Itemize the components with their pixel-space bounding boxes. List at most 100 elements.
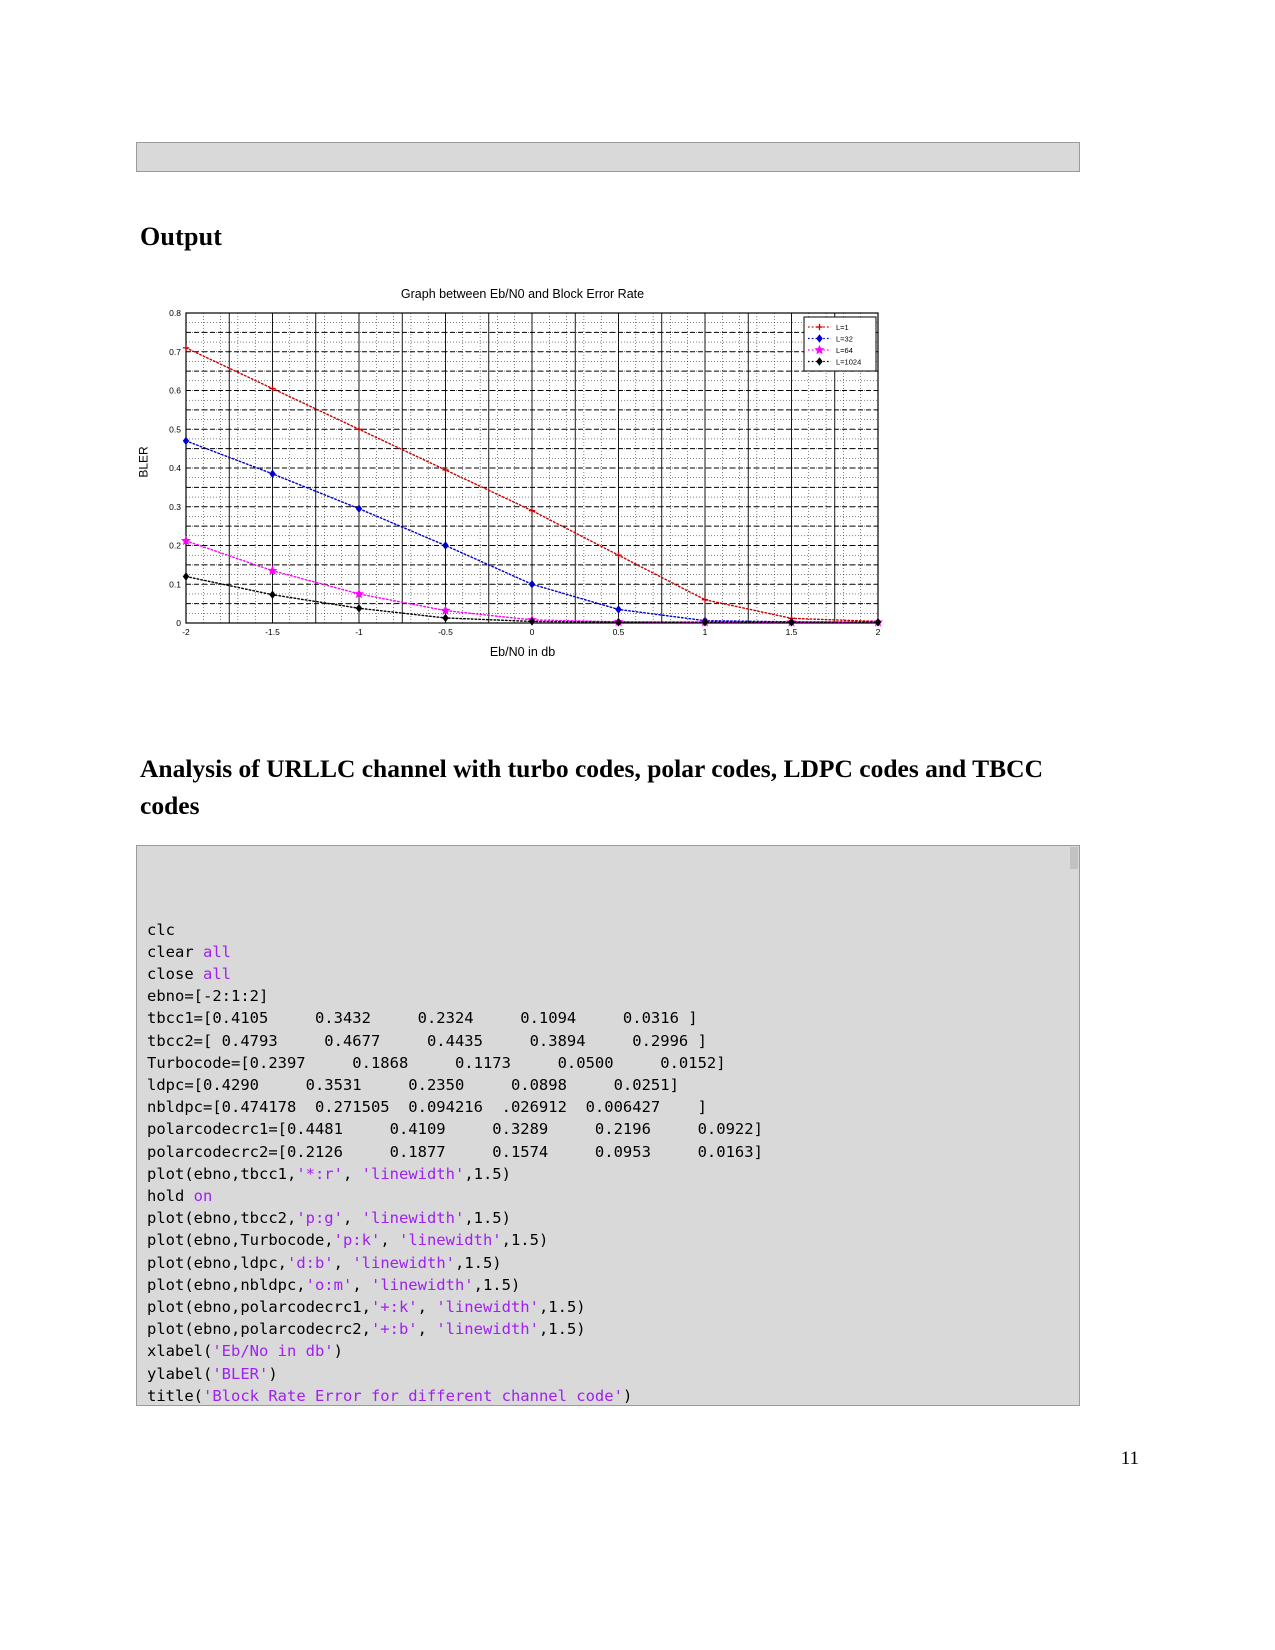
code-token: plot(ebno,tbcc1, <box>147 1164 297 1183</box>
code-token: '+:b' <box>370 1320 418 1339</box>
code-lines-container: clc clear all close all ebno=[-2:1:2] tbcc1=… <box>147 919 1079 1405</box>
code-line: Turbocode=[0.2397 0.1868 0.1173 0.0500 0… <box>147 1052 1079 1074</box>
y-tick-label: 0.2 <box>169 541 181 551</box>
code-token: '*:r' <box>296 1164 343 1183</box>
code-line: polarcodecrc2=[0.2126 0.1877 0.1574 0.09… <box>147 1141 1079 1163</box>
code-token: 'Block Rate Error for different channel … <box>203 1386 623 1405</box>
x-tick-label: -1 <box>355 627 363 637</box>
code-token: ,1.5) <box>464 1164 511 1183</box>
code-line: tbcc2=[ 0.4793 0.4677 0.4435 0.3894 0.29… <box>147 1030 1079 1052</box>
code-token: polarcodecrc1=[0.4481 0.4109 0.3289 0.21… <box>147 1120 763 1139</box>
code-token: all <box>203 965 231 984</box>
code-token: 'linewidth' <box>436 1298 539 1317</box>
code-token: ,1.5) <box>464 1209 511 1228</box>
code-token: clear <box>147 942 203 961</box>
code-line: nbldpc=[0.474178 0.271505 0.094216 .0269… <box>147 1096 1079 1118</box>
code-token: , <box>342 1209 362 1228</box>
y-tick-label: 0.6 <box>169 386 181 396</box>
code-token: 'linewidth' <box>352 1253 455 1272</box>
code-token: , <box>333 1253 353 1272</box>
code-token: ylabel( <box>147 1364 213 1383</box>
code-line: ldpc=[0.4290 0.3531 0.2350 0.0898 0.0251… <box>147 1074 1079 1096</box>
code-line: polarcodecrc1=[0.4481 0.4109 0.3289 0.21… <box>147 1118 1079 1140</box>
code-token: ) <box>268 1364 278 1383</box>
code-line: plot(ebno,ldpc,'d:b', 'linewidth',1.5) <box>147 1252 1079 1274</box>
code-token: plot(ebno,nbldpc, <box>147 1275 306 1294</box>
code-line: hold on <box>147 1185 1079 1207</box>
code-line: plot(ebno,nbldpc,'o:m', 'linewidth',1.5) <box>147 1274 1079 1296</box>
code-token: , <box>342 1164 362 1183</box>
code-token: tbcc2=[ 0.4793 0.4677 0.4435 0.3894 0.29… <box>147 1031 707 1050</box>
x-tick-label: -1.5 <box>265 627 280 637</box>
x-tick-label: -2 <box>182 627 190 637</box>
legend-label: L=32 <box>836 334 853 343</box>
chart-plot-area: 0 0.1 0.2 0.3 0.4 0.5 0.6 0.7 0.8 -2 -1.5 -1 -0.5 0 0.… <box>169 308 883 637</box>
code-line: xlabel('Eb/No in db') <box>147 1340 1079 1362</box>
code-token: ) <box>333 1342 343 1361</box>
code-scroll-thumb[interactable] <box>1070 847 1078 869</box>
code-token: 'linewidth' <box>361 1164 465 1183</box>
code-token: all <box>203 942 231 961</box>
code-line: title('Block Rate Error for different ch… <box>147 1385 1079 1405</box>
code-token: 'o:m' <box>305 1275 353 1294</box>
chart-ylabel: BLER <box>136 446 151 478</box>
x-tick-label: -0.5 <box>438 627 453 637</box>
code-line: clear all <box>147 941 1079 963</box>
code-token: plot(ebno,tbcc2, <box>147 1209 297 1228</box>
code-token: 'linewidth' <box>436 1320 539 1339</box>
code-token: ,1.5) <box>454 1253 502 1272</box>
code-token: 'linewidth' <box>361 1209 465 1228</box>
y-tick-label: 0.3 <box>169 502 181 512</box>
code-token: 'd:b' <box>286 1253 334 1272</box>
code-token: 'Eb/No in db' <box>212 1342 334 1361</box>
code-token: 'linewidth' <box>370 1275 474 1294</box>
code-token: xlabel( <box>147 1342 213 1361</box>
x-tick-label: 1.5 <box>786 627 798 637</box>
code-line: ebno=[-2:1:2] <box>147 985 1079 1007</box>
code-block-main: clc clear all close all ebno=[-2:1:2] tbcc1=… <box>136 845 1080 1406</box>
code-line: plot(ebno,tbcc1,'*:r', 'linewidth',1.5) <box>147 1163 1079 1185</box>
code-line: plot(ebno,Turbocode,'p:k', 'linewidth',1… <box>147 1229 1079 1251</box>
code-token: ) <box>622 1386 633 1405</box>
y-tick-label: 0.4 <box>169 463 181 473</box>
figure-bler-chart: Graph between Eb/N0 and Block Error Rate… <box>137 285 895 665</box>
code-token: on <box>193 1187 213 1206</box>
code-token: plot(ebno,polarcodecrc2, <box>147 1320 371 1339</box>
code-token: , <box>352 1275 371 1294</box>
code-token: '+:k' <box>370 1298 418 1317</box>
document-page: legend('L=1','L=32','L=64','L=1024') Out… <box>0 0 1275 1650</box>
code-line: close all <box>147 963 1079 985</box>
code-token: Turbocode=[0.2397 0.1868 0.1173 0.0500 0… <box>147 1053 726 1072</box>
code-token: 'BLER' <box>212 1364 269 1383</box>
code-token: 'linewidth' <box>398 1231 502 1250</box>
code-token: , <box>417 1320 437 1339</box>
code-token: title( <box>147 1386 203 1405</box>
code-line: plot(ebno,polarcodecrc1,'+:k', 'linewidt… <box>147 1296 1079 1318</box>
code-token: close <box>147 965 203 984</box>
code-token: polarcodecrc2=[0.2126 0.1877 0.1574 0.09… <box>147 1142 763 1161</box>
code-line: plot(ebno,tbcc2,'p:g', 'linewidth',1.5) <box>147 1207 1079 1229</box>
x-tick-label: 0 <box>530 627 535 637</box>
code-token: ,1.5) <box>538 1298 586 1317</box>
code-token: ,1.5) <box>473 1275 521 1294</box>
code-line: plot(ebno,polarcodecrc2,'+:b', 'linewidt… <box>147 1318 1079 1340</box>
code-token: ,1.5) <box>501 1231 549 1250</box>
y-tick-label: 0.8 <box>169 308 181 318</box>
y-tick-label: 0.7 <box>169 347 181 357</box>
legend-label: L=64 <box>836 346 853 355</box>
heading-output: Output <box>140 222 223 251</box>
code-line: tbcc1=[0.4105 0.3432 0.2324 0.1094 0.031… <box>147 1007 1079 1029</box>
code-line: clc <box>147 919 1079 941</box>
code-token: ldpc=[0.4290 0.3531 0.2350 0.0898 0.0251… <box>147 1076 679 1095</box>
code-token: tbcc1=[0.4105 0.3432 0.2324 0.1094 0.031… <box>147 1009 698 1028</box>
legend-label: L=1 <box>836 323 849 332</box>
code-token: ebno=[-2:1:2] <box>147 987 269 1006</box>
x-tick-label: 0.5 <box>613 627 625 637</box>
chart-legend: L=1 L=32 L=64 L=1024 <box>803 316 877 372</box>
y-tick-label: 0 <box>176 618 181 628</box>
code-token: ,1.5) <box>538 1320 586 1339</box>
code-token: 'p:k' <box>333 1231 381 1250</box>
x-tick-label: 1 <box>703 627 708 637</box>
y-tick-label: 0.5 <box>169 424 181 434</box>
code-token: , <box>417 1298 437 1317</box>
